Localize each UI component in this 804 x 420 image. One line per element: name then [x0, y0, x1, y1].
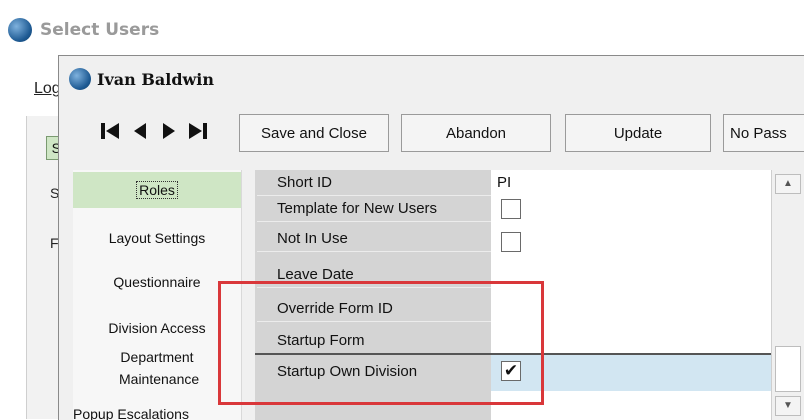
dialog-title: Ivan Baldwin: [97, 70, 214, 89]
sidebar-item-department-maintenance[interactable]: Department Maintenance: [119, 346, 199, 390]
row-label-template-for-new-users: Template for New Users: [257, 196, 491, 222]
abandon-button[interactable]: Abandon: [401, 114, 551, 152]
background-window-title: Select Users: [40, 20, 160, 40]
sidebar-item-division-access[interactable]: Division Access: [73, 320, 241, 336]
first-record-icon[interactable]: [99, 120, 121, 144]
template-for-new-users-checkbox[interactable]: [501, 199, 521, 219]
app-globe-icon: [8, 18, 32, 42]
last-record-icon[interactable]: [187, 120, 209, 144]
scroll-down-icon[interactable]: ▼: [775, 396, 801, 416]
save-and-close-button[interactable]: Save and Close: [239, 114, 389, 152]
sidebar-item-questionnaire[interactable]: Questionnaire: [73, 274, 241, 290]
scroll-up-icon[interactable]: ▲: [775, 174, 801, 194]
short-id-value[interactable]: PI: [497, 174, 511, 191]
row-label-not-in-use: Not In Use: [257, 226, 491, 252]
sidebar-item-layout-settings[interactable]: Layout Settings: [73, 230, 241, 246]
sidebar-item-roles[interactable]: Roles: [73, 172, 241, 208]
update-button[interactable]: Update: [565, 114, 711, 152]
sidebar-item-popup-escalations[interactable]: Popup Escalations: [73, 406, 241, 420]
scrollbar-thumb[interactable]: [775, 346, 801, 392]
sidebar-item-label: Roles: [136, 181, 178, 199]
not-in-use-checkbox[interactable]: [501, 232, 521, 252]
sidebar: Roles Layout Settings Questionnaire Divi…: [73, 170, 242, 420]
log-tab[interactable]: Log: [34, 80, 61, 98]
dialog-globe-icon: [69, 68, 91, 90]
no-pass-button[interactable]: No Pass: [723, 114, 804, 152]
annotation-highlight-box: [218, 281, 544, 405]
previous-record-icon[interactable]: [131, 120, 149, 144]
row-label-short-id: Short ID: [257, 170, 491, 196]
next-record-icon[interactable]: [160, 120, 178, 144]
